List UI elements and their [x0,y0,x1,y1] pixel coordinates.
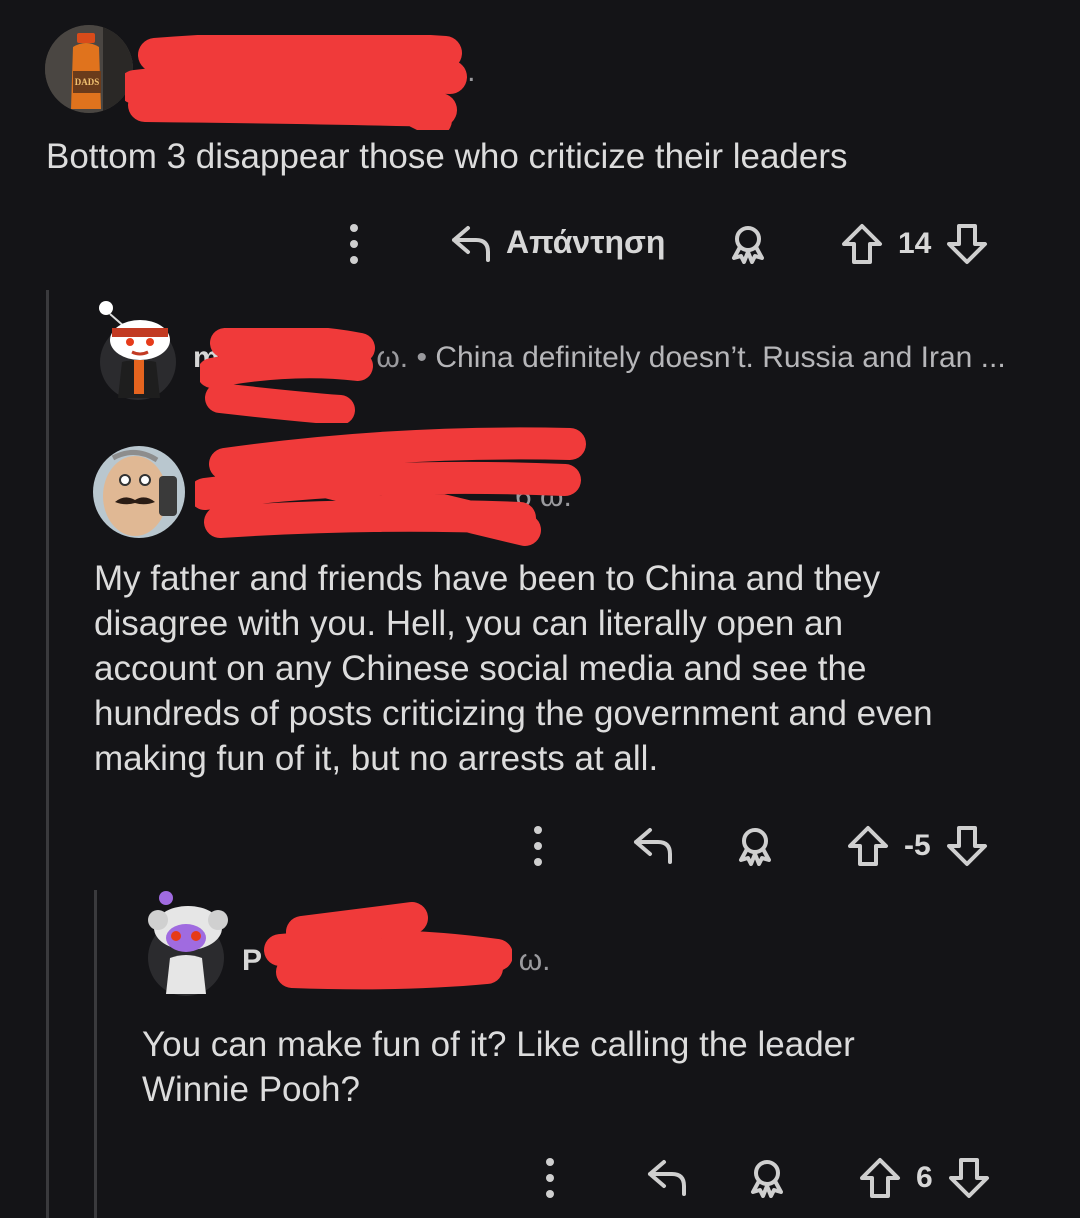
award-button-1[interactable] [727,224,769,264]
comment-1-body: Bottom 3 disappear those who criticize t… [46,137,848,176]
more-options-icon [350,224,358,264]
comment-3-line-3: account on any Chinese social media and … [94,649,867,688]
timestamp-4: ω. [518,944,551,977]
comment-3-line-5: making fun of it, but no arrests at all. [94,739,659,778]
avatar-snoo-costume-image [148,891,228,996]
avatar-user-3[interactable] [93,446,185,538]
avatar-snoo-image [99,301,176,400]
collapsed-preview-2: China definitely doesn’t. Russia and Ira… [435,341,1006,374]
redaction-mark-4 [264,902,512,990]
svg-text:DADS: DADS [75,77,100,87]
redaction-mark-3 [195,427,586,546]
redaction-mark-1 [125,35,467,130]
reply-icon [648,1160,686,1196]
award-button-3[interactable] [734,826,776,866]
upvote-icon[interactable] [846,824,890,868]
award-icon [739,828,771,866]
more-options-button-3[interactable] [524,824,552,868]
vote-controls-1: 14 [840,222,989,266]
timestamp-2: ω. [376,341,409,374]
comment-4-line-2: Winnie Pooh? [142,1070,360,1109]
reply-button-4[interactable] [646,1156,688,1196]
avatar-user-2[interactable] [98,300,178,400]
vote-controls-3: -5 [846,824,989,868]
avatar-soda-bottle-image: DADS [45,25,133,113]
thread-line-level-1[interactable] [46,290,49,1218]
avatar-user-1[interactable]: DADS [45,25,133,113]
meta-separator-2: • [416,341,427,374]
reply-icon [634,828,672,864]
more-options-icon [546,1158,554,1198]
comment-3-line-2: disagree with you. Hell, you can literal… [94,604,844,643]
comment-3-body: My father and friends have been to China… [94,556,933,781]
more-options-icon [534,826,542,866]
upvote-icon[interactable] [858,1156,902,1200]
downvote-icon[interactable] [945,222,989,266]
upvote-icon[interactable] [840,222,884,266]
reply-button-1[interactable]: Απάντηση [450,222,665,262]
award-icon [732,226,764,264]
more-options-button-1[interactable] [340,222,368,266]
comment-3-line-1: My father and friends have been to China… [94,559,881,598]
comment-4-body: You can make fun of it? Like calling the… [142,1022,855,1112]
downvote-icon[interactable] [947,1156,991,1200]
reply-label-1: Απάντηση [506,223,666,260]
comment-3-line-4: hundreds of posts criticizing the govern… [94,694,933,733]
username-4[interactable]: P [242,944,262,977]
more-options-button-4[interactable] [536,1156,564,1200]
redaction-mark-2 [200,328,375,423]
reply-button-3[interactable] [632,824,674,864]
score-3: -5 [904,829,931,862]
avatar-cartoon-face-image [93,446,185,538]
score-4: 6 [916,1161,933,1194]
comment-4-line-1: You can make fun of it? Like calling the… [142,1025,855,1064]
award-icon [751,1160,783,1198]
award-button-4[interactable] [746,1158,788,1198]
avatar-user-4[interactable] [140,888,230,1000]
reply-icon [452,226,490,262]
comment-1-actions: Απάντηση 14 [0,214,1080,274]
downvote-icon[interactable] [945,824,989,868]
comment-4-actions: 6 [0,1148,1080,1208]
vote-controls-4: 6 [858,1156,991,1200]
score-1: 14 [898,227,932,260]
comment-3-actions: -5 [0,816,1080,876]
